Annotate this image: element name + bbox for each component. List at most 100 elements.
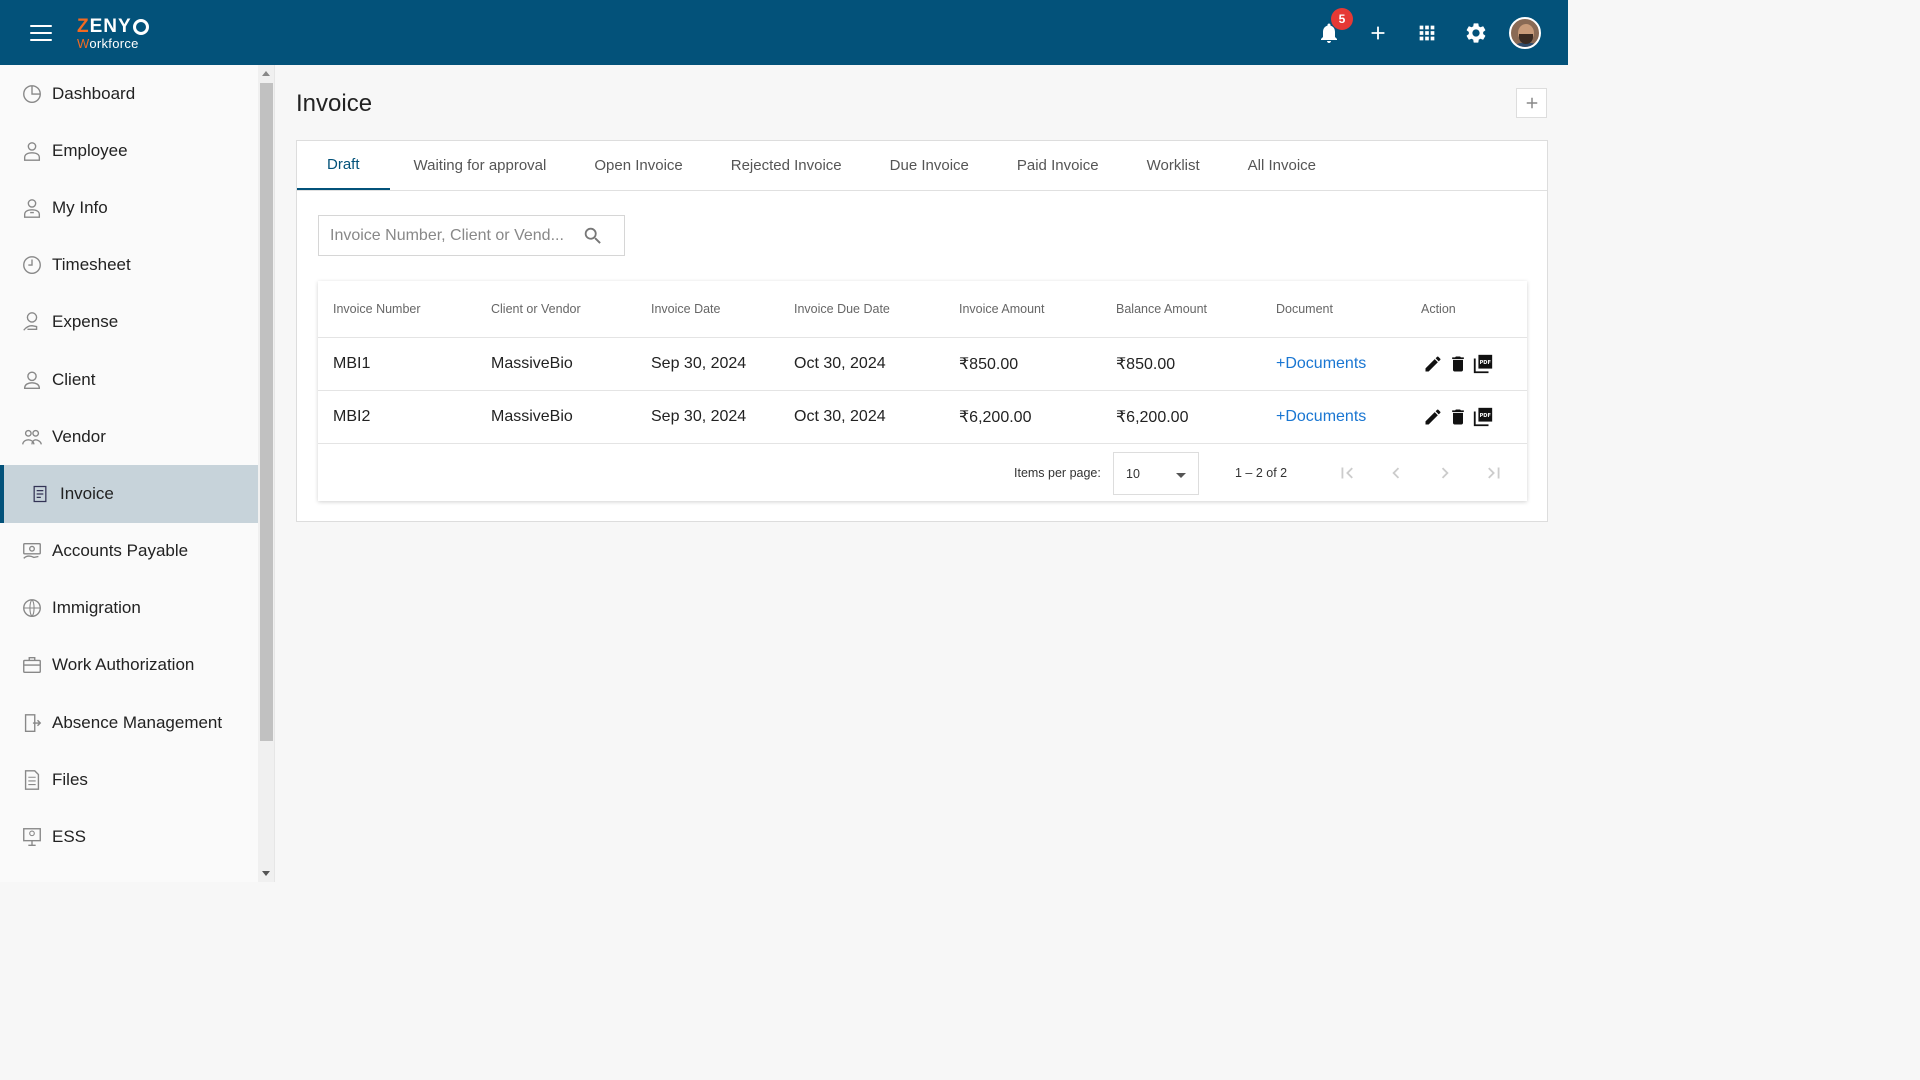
settings-button[interactable] [1457,14,1495,52]
column-header: Document [1276,302,1333,316]
sidebar-item-label: Client [52,369,96,389]
exit-door-icon [20,711,44,735]
pdf-icon[interactable]: PDF [1471,405,1495,429]
client-or-vendor: MassiveBio [491,355,573,372]
pdf-icon[interactable]: PDF [1471,352,1495,376]
scroll-up-arrow[interactable] [262,71,270,76]
user-avatar-button[interactable] [1506,14,1544,52]
balance-amount: ₹6,200.00 [1116,409,1189,426]
sidebar-item-accounts-payable[interactable]: Accounts Payable [0,523,258,580]
sidebar-item-work-authorization[interactable]: Work Authorization [0,637,258,694]
app-logo[interactable]: Z ENY Workforce [77,17,149,50]
sidebar-item-client[interactable]: Client [0,351,258,408]
menu-icon[interactable] [30,25,52,41]
sidebar-item-label: Absence Management [52,712,223,732]
last-page-button[interactable] [1482,461,1506,485]
sidebar-item-label: Work Authorization [52,655,195,675]
sidebar-item-expense[interactable]: Expense [0,294,258,351]
tab-waiting-for-approval[interactable]: Waiting for approval [390,141,571,190]
table-row[interactable]: MBI2 MassiveBio Sep 30, 2024 Oct 30, 202… [318,391,1527,444]
briefcase-icon [20,653,44,677]
plus-icon [1526,97,1537,109]
column-header[interactable]: Invoice Date [651,302,720,316]
column-header[interactable]: Invoice Number [333,302,421,316]
sidebar-item-ess[interactable]: ESS [0,808,258,865]
tab-worklist[interactable]: Worklist [1123,141,1224,190]
next-page-button[interactable] [1433,461,1457,485]
table-header: Invoice Number Client or Vendor Invoice … [318,281,1527,338]
column-header[interactable]: Invoice Due Date [794,302,890,316]
tab-all-invoice[interactable]: All Invoice [1224,141,1340,190]
sidebar-item-label: Vendor [52,426,106,446]
plus-icon [1371,26,1385,40]
sidebar-item-label: Employee [52,140,128,160]
column-header[interactable]: Invoice Amount [959,302,1044,316]
invoice-number: MBI2 [333,408,371,425]
invoice-number: MBI1 [333,355,371,372]
sidebar-item-label: Files [52,769,88,789]
sidebar-item-immigration[interactable]: Immigration [0,580,258,637]
top-bar: Z ENY Workforce 5 [0,0,1568,65]
file-icon [20,768,44,792]
employee-icon [20,139,44,163]
first-page-button[interactable] [1335,461,1359,485]
tab-paid-invoice[interactable]: Paid Invoice [993,141,1123,190]
tab-rejected-invoice[interactable]: Rejected Invoice [707,141,866,190]
table-row[interactable]: MBI1 MassiveBio Sep 30, 2024 Oct 30, 202… [318,338,1527,391]
sidebar-item-timesheet[interactable]: Timesheet [0,237,258,294]
search-icon[interactable] [582,225,604,247]
invoice-date: Sep 30, 2024 [651,355,747,372]
search-input[interactable] [319,226,569,245]
chevron-left-icon [1392,467,1400,479]
scrollbar-thumb[interactable] [260,83,273,741]
sidebar-scrollbar[interactable] [258,65,275,882]
sidebar-item-absence-management[interactable]: Absence Management [0,694,258,751]
sidebar-item-label: Immigration [52,598,141,618]
invoice-due-date: Oct 30, 2024 [794,355,886,372]
sidebar-item-employee[interactable]: Employee [0,122,258,179]
page-title: Invoice [296,90,373,117]
invoice-amount: ₹850.00 [959,356,1019,373]
documents-link[interactable]: +Documents [1276,408,1366,426]
tab-open-invoice[interactable]: Open Invoice [570,141,706,190]
delete-icon[interactable] [1446,405,1470,429]
previous-page-button[interactable] [1384,461,1408,485]
sidebar-item-label: Invoice [60,483,114,503]
sidebar-item-vendor[interactable]: Vendor [0,408,258,465]
invoice-card: Draft Waiting for approval Open Invoice … [296,140,1548,522]
edit-icon[interactable] [1421,352,1445,376]
sidebar-item-label: Accounts Payable [52,541,189,561]
sidebar-item-invoice[interactable]: Invoice [0,465,258,523]
column-header[interactable]: Balance Amount [1116,302,1207,316]
my-info-icon [20,196,44,220]
sidebar-item-my-info[interactable]: My Info [0,179,258,236]
add-invoice-button[interactable] [1516,88,1547,118]
chevron-down-icon [1176,473,1186,478]
sidebar-item-label: My Info [52,197,108,217]
apps-button[interactable] [1408,14,1446,52]
globe-icon [20,596,44,620]
items-per-page-value: 10 [1126,466,1140,481]
svg-text:PDF: PDF [1480,413,1492,419]
row-actions: PDF [1421,352,1496,376]
person-icon [20,368,44,392]
delete-icon[interactable] [1446,352,1470,376]
sidebar-item-files[interactable]: Files [0,751,258,808]
edit-icon[interactable] [1421,405,1445,429]
paginator: Items per page: 10 1 – 2 of 2 [318,445,1527,501]
ess-icon [20,825,44,849]
scroll-down-arrow[interactable] [262,871,270,876]
invoice-tabs: Draft Waiting for approval Open Invoice … [297,141,1547,191]
sidebar-item-dashboard[interactable]: Dashboard [0,65,258,122]
svg-text:PDF: PDF [1480,360,1492,366]
sidebar-item-label: Dashboard [52,83,136,103]
column-header[interactable]: Client or Vendor [491,302,581,316]
tab-due-invoice[interactable]: Due Invoice [866,141,993,190]
add-button[interactable] [1359,14,1397,52]
sidebar-item-label: Expense [52,312,119,332]
tab-draft[interactable]: Draft [297,141,390,190]
sidebar: Dashboard Employee My Info Timesheet Exp… [0,65,258,882]
documents-link[interactable]: +Documents [1276,355,1366,373]
notifications-button[interactable]: 5 [1310,8,1353,52]
items-per-page-select[interactable]: 10 [1113,452,1199,495]
